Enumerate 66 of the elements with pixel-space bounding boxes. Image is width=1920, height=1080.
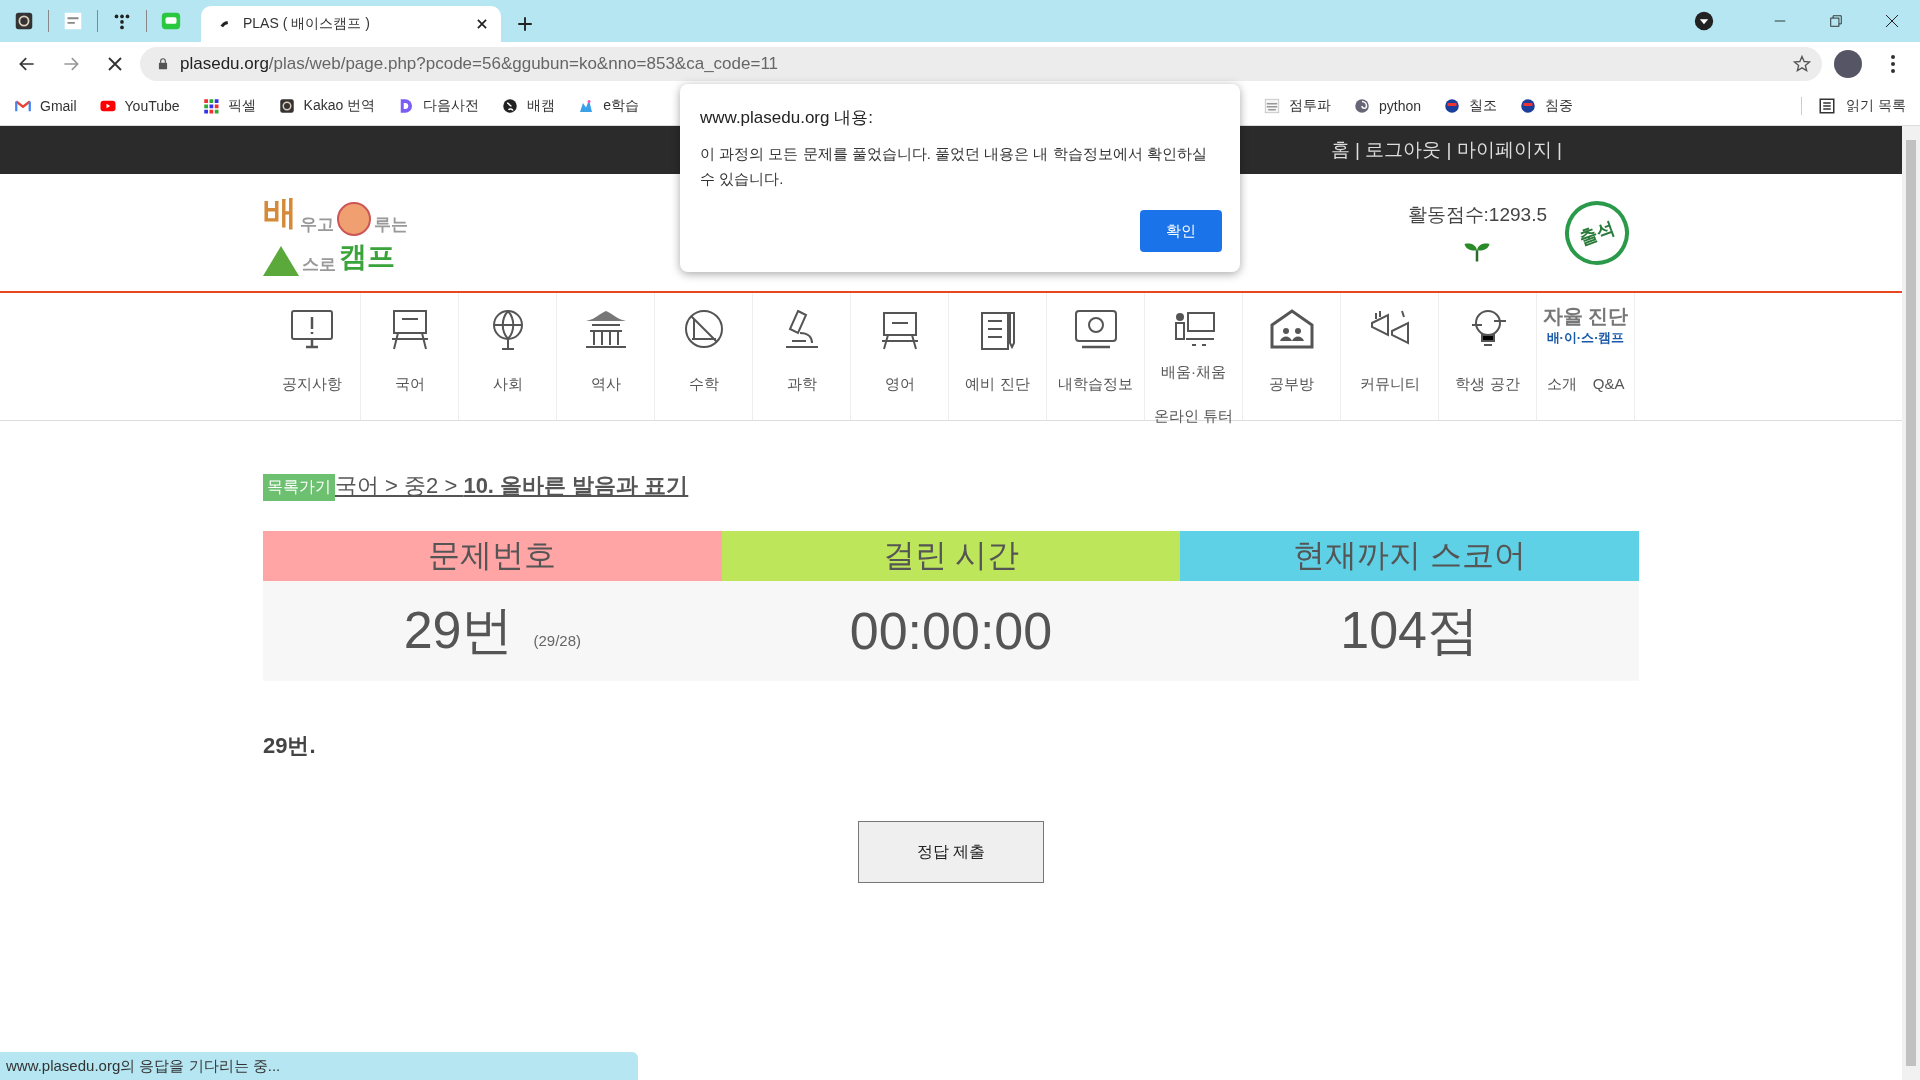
score-value: 00:00:00 bbox=[849, 601, 1053, 661]
bookmark[interactable]: 칠조 bbox=[1443, 96, 1497, 115]
spinner-icon bbox=[219, 20, 231, 28]
browser-tab[interactable]: PLAS ( 배이스캠프 ) bbox=[201, 6, 501, 42]
reading-list-button[interactable]: 읽기 목록 bbox=[1801, 96, 1906, 115]
bookmark[interactable]: Kakao 번역 bbox=[277, 96, 376, 115]
badge-icon[interactable] bbox=[13, 10, 35, 32]
bookmark[interactable]: 다음사전 bbox=[397, 96, 480, 115]
dialog-message: 이 과정의 모든 문제를 풀었습니다. 풀었던 내용은 내 학습정보에서 확인하실 수 있습니다. bbox=[700, 144, 1208, 189]
page-icon bbox=[1262, 96, 1281, 115]
spiral-icon bbox=[1352, 96, 1371, 115]
globe-icon bbox=[501, 96, 520, 115]
scrollbar[interactable] bbox=[1902, 126, 1920, 1080]
list-icon bbox=[1818, 96, 1837, 115]
top-links[interactable]: 홈 | 로그아웃 | 마이페이지 | bbox=[1330, 137, 1562, 163]
bookmark[interactable]: 점투파 bbox=[1262, 96, 1331, 115]
nav-item[interactable]: 과학 bbox=[753, 293, 851, 420]
restore-icon bbox=[1829, 14, 1843, 28]
score-value: 29번 bbox=[403, 600, 514, 661]
nav-item[interactable]: 공지사항 bbox=[263, 293, 361, 420]
dialog-title: www.plasedu.org 내용: bbox=[700, 107, 874, 129]
nav-item[interactable]: 국어 bbox=[361, 293, 459, 420]
plus-icon bbox=[516, 15, 534, 33]
nav-item[interactable]: 사회 bbox=[459, 293, 557, 420]
breadcrumb-link[interactable]: 국어 > 중2 > 10. 올바른 발음과 표기 bbox=[335, 471, 689, 501]
nav-item[interactable]: 내학습정보 bbox=[1047, 293, 1145, 420]
bookmark[interactable]: e학습 bbox=[577, 96, 639, 115]
close-icon bbox=[1884, 13, 1900, 29]
badge-icon bbox=[277, 96, 296, 115]
progress-note: (29/28) bbox=[533, 631, 581, 649]
question-title: 29번. bbox=[263, 732, 317, 760]
close-icon[interactable] bbox=[475, 17, 489, 31]
nav-item[interactable]: 학생 공간 bbox=[1439, 293, 1537, 420]
bookmark[interactable]: 픽셀 bbox=[201, 96, 256, 115]
nav-item[interactable]: 영어 bbox=[851, 293, 949, 420]
bookmark[interactable]: YouTube bbox=[98, 96, 180, 115]
emblem-icon bbox=[1519, 96, 1537, 115]
grid-icon bbox=[201, 96, 220, 115]
caret-icon bbox=[1694, 11, 1714, 31]
score-value: 104점 bbox=[1340, 600, 1480, 661]
activity-score: 활동점수:1293.5 bbox=[1407, 202, 1547, 227]
document-icon[interactable] bbox=[62, 10, 84, 32]
diagnosis-logo: 자율 진단 배·이·스·캠프 bbox=[1542, 305, 1629, 347]
bookmark[interactable]: python bbox=[1352, 96, 1421, 115]
profile-avatar[interactable] bbox=[1834, 50, 1862, 78]
lock-icon bbox=[156, 57, 170, 71]
bookmark[interactable]: Gmail bbox=[14, 96, 77, 115]
submit-button[interactable]: 정답 제출 bbox=[858, 821, 1044, 883]
bookmark[interactable]: 배캠 bbox=[501, 96, 556, 115]
nav-item[interactable]: 커뮤니티 bbox=[1341, 293, 1439, 420]
close-icon bbox=[106, 55, 124, 73]
menu-icon bbox=[1891, 55, 1895, 73]
emblem-icon bbox=[1443, 96, 1461, 115]
star-icon[interactable] bbox=[1792, 54, 1812, 74]
ok-button[interactable]: 확인 bbox=[1140, 210, 1222, 252]
status-bubble: www.plasedu.org의 응답을 기다리는 중... bbox=[0, 1052, 638, 1080]
bookmark[interactable]: 침중 bbox=[1519, 96, 1573, 115]
nav-item[interactable]: 역사 bbox=[557, 293, 655, 420]
nav-item[interactable]: 예비 진단 bbox=[949, 293, 1047, 420]
nav-item[interactable]: 수학 bbox=[655, 293, 753, 420]
column-heading: 현재까지 스코어 bbox=[1180, 531, 1639, 581]
column-heading: 걸린 시간 bbox=[721, 531, 1181, 581]
address-bar[interactable]: plasedu.org/plas/web/page.php?pcode=56&ggubun=ko&nno=853&ca_code=11 bbox=[140, 47, 1822, 81]
nav-item[interactable]: 자율 진단 배·이·스·캠프 소개 Q&A bbox=[1537, 293, 1635, 420]
nav-item[interactable]: 공부방 bbox=[1243, 293, 1341, 420]
column-heading: 문제번호 bbox=[263, 531, 722, 581]
